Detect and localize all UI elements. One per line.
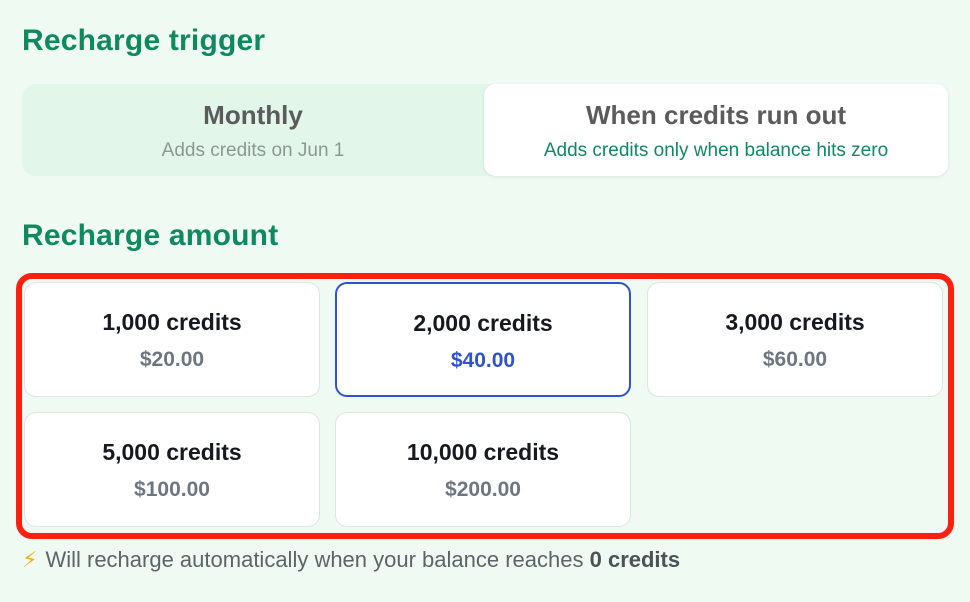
amount-option-price: $100.00 bbox=[134, 478, 210, 501]
amount-option-credits: 10,000 credits bbox=[406, 439, 560, 465]
amount-option-price: $20.00 bbox=[139, 348, 205, 371]
trigger-option-monthly[interactable]: Monthly Adds credits on Jun 1 bbox=[22, 84, 484, 176]
recharge-trigger-heading: Recharge trigger bbox=[22, 24, 266, 57]
auto-recharge-threshold: 0 credits bbox=[589, 547, 681, 572]
recharge-amount-heading: Recharge amount bbox=[22, 219, 279, 252]
trigger-option-credits-run-out[interactable]: When credits run out Adds credits only w… bbox=[484, 84, 948, 176]
amount-option-10000-credits[interactable]: 10,000 credits $200.00 bbox=[335, 412, 631, 527]
amount-option-3000-credits[interactable]: 3,000 credits $60.00 bbox=[647, 282, 943, 397]
amount-option-price: $60.00 bbox=[762, 348, 828, 371]
amount-option-price: $40.00 bbox=[450, 349, 516, 372]
trigger-option-credits-run-out-title: When credits run out bbox=[586, 100, 846, 130]
amount-option-price: $200.00 bbox=[445, 478, 521, 501]
amount-option-1000-credits[interactable]: 1,000 credits $20.00 bbox=[24, 282, 320, 397]
auto-recharge-note: ⚡ Will recharge automatically when your b… bbox=[22, 547, 680, 573]
recharge-trigger-selector: Monthly Adds credits on Jun 1 When credi… bbox=[22, 84, 948, 176]
amount-option-5000-credits[interactable]: 5,000 credits $100.00 bbox=[24, 412, 320, 527]
amount-option-credits: 3,000 credits bbox=[725, 309, 865, 335]
trigger-option-monthly-title: Monthly bbox=[203, 100, 303, 130]
trigger-option-credits-run-out-subtitle: Adds credits only when balance hits zero bbox=[543, 140, 889, 161]
amount-option-credits: 2,000 credits bbox=[413, 310, 553, 336]
lightning-bolt-icon: ⚡ bbox=[22, 547, 38, 572]
amount-option-2000-credits[interactable]: 2,000 credits $40.00 bbox=[335, 282, 631, 397]
auto-recharge-note-text: Will recharge automatically when your ba… bbox=[45, 547, 590, 572]
amount-option-credits: 1,000 credits bbox=[102, 309, 242, 335]
amount-option-credits: 5,000 credits bbox=[102, 439, 242, 465]
trigger-option-monthly-subtitle: Adds credits on Jun 1 bbox=[161, 140, 345, 161]
